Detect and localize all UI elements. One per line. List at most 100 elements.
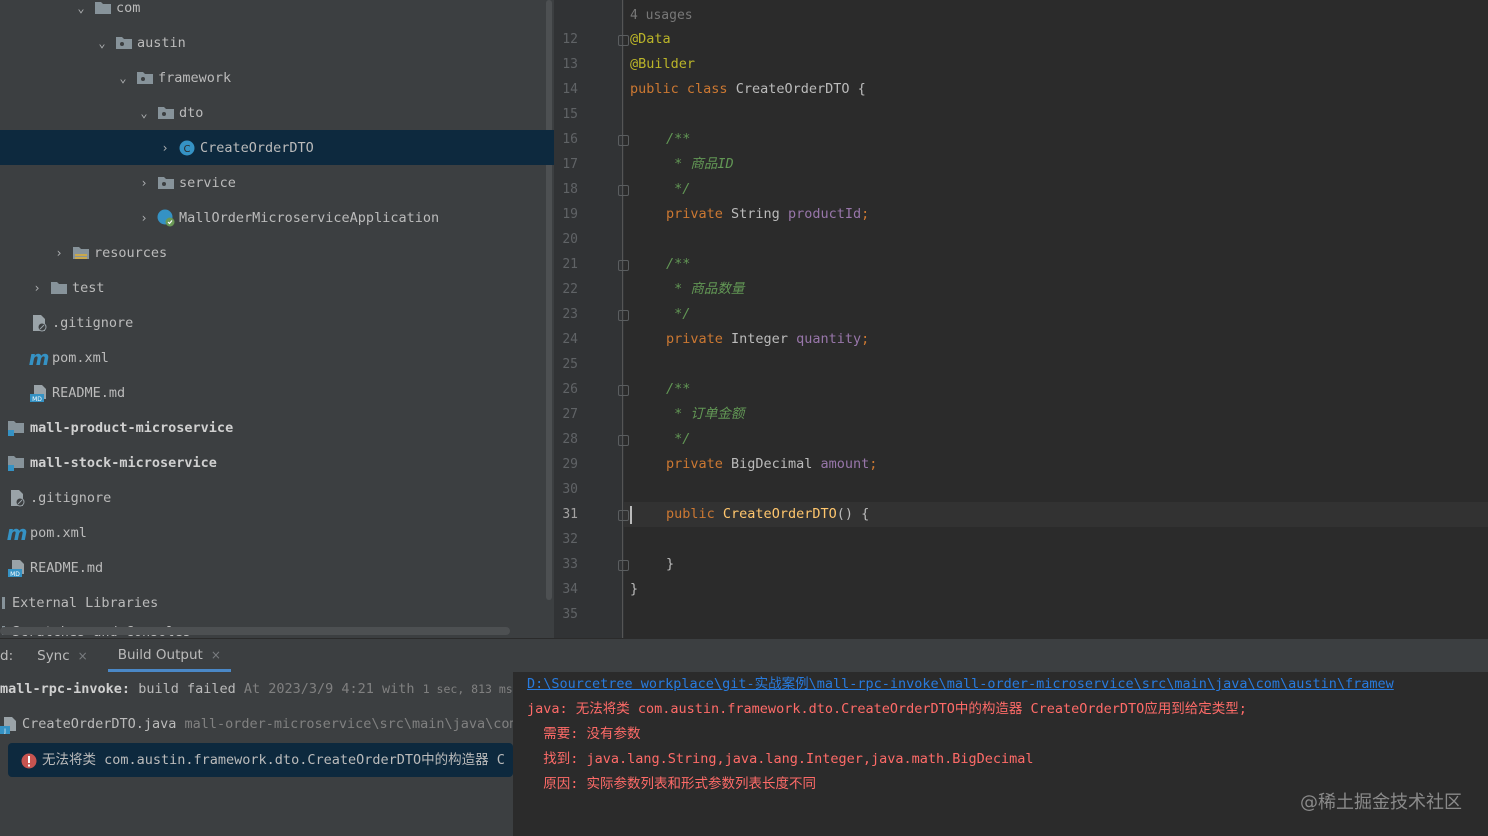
line-number[interactable]: 35 [554, 602, 578, 627]
build-root-row[interactable]: mall-rpc-invoke: build failed At 2023/3/… [0, 672, 513, 707]
tree-item-label: austin [137, 34, 186, 51]
fold-marker-icon[interactable] [618, 185, 629, 196]
line-number[interactable]: 14 [554, 77, 578, 102]
line-number[interactable]: 16 [554, 127, 578, 152]
line-number[interactable]: 32 [554, 527, 578, 552]
chevron-down-icon[interactable]: ⌄ [74, 1, 88, 15]
code-line-13: @Builder [630, 56, 696, 72]
usages-hint[interactable]: 4 usages [630, 3, 693, 28]
tree-horizontal-scrollbar[interactable] [0, 627, 510, 635]
console-error-line: java: 无法将类 com.austin.framework.dto.Crea… [527, 701, 1247, 717]
line-number[interactable]: 27 [554, 402, 578, 427]
build-time: At 2023/3/9 4:21 with [243, 681, 415, 697]
code-line-24: private Integer quantity; [666, 331, 870, 347]
line-number[interactable]: 12 [554, 27, 578, 52]
code-line-12: @Data [630, 31, 671, 47]
line-number[interactable]: 31 [554, 502, 578, 527]
code-line-28: */ [666, 431, 691, 447]
code-line-27: * 订单金额 [666, 406, 745, 422]
line-number[interactable]: 25 [554, 352, 578, 377]
code-line-34: } [630, 581, 639, 597]
fold-marker-icon[interactable] [618, 510, 629, 521]
tree-item-label: pom.xml [52, 349, 109, 366]
folder-icon [157, 105, 175, 121]
chevron-right-icon[interactable]: › [158, 141, 172, 155]
line-number[interactable]: 34 [554, 577, 578, 602]
module-folder-icon [8, 420, 26, 436]
folder-icon [136, 70, 154, 86]
code-line-22: * 商品数量 [666, 281, 745, 297]
tree-item-label: mall-product-microservice [30, 419, 234, 436]
close-icon[interactable]: × [78, 649, 88, 663]
fold-marker-icon[interactable] [618, 310, 629, 321]
line-number[interactable]: 13 [554, 52, 578, 77]
code-line-14: public class CreateOrderDTO { [630, 81, 866, 97]
line-number[interactable]: 23 [554, 302, 578, 327]
fold-marker-icon[interactable] [618, 560, 629, 571]
code-line-16: /** [666, 131, 691, 147]
code-line-19: private String productId; [666, 206, 870, 222]
line-number[interactable]: 21 [554, 252, 578, 277]
chevron-right-icon[interactable]: › [137, 176, 151, 190]
tree-item-label: framework [158, 69, 232, 86]
build-panel-prefix: d: [0, 648, 14, 664]
line-number[interactable]: 24 [554, 327, 578, 352]
line-number[interactable]: 26 [554, 377, 578, 402]
gitignore-file-icon [8, 489, 26, 506]
tree-item-label: MallOrderMicroserviceApplication [179, 209, 440, 226]
watermark: @稀土掘金技术社区 [1300, 792, 1462, 813]
build-error-label: 无法将类 com.austin.framework.dto.CreateOrde… [20, 743, 513, 778]
line-number[interactable]: 18 [554, 177, 578, 202]
build-file-row[interactable]: J CreateOrderDTO.java mall-order-microse… [0, 707, 513, 742]
fold-marker-icon[interactable] [618, 435, 629, 446]
line-number[interactable]: 20 [554, 227, 578, 252]
line-number[interactable]: 22 [554, 277, 578, 302]
build-status: build failed [138, 681, 236, 697]
line-number[interactable]: 30 [554, 477, 578, 502]
tab-sync[interactable]: Sync × [27, 640, 98, 672]
close-icon[interactable]: × [211, 648, 221, 662]
line-number[interactable]: 15 [554, 102, 578, 127]
line-number[interactable]: 29 [554, 452, 578, 477]
chevron-right-icon[interactable]: › [52, 246, 66, 260]
folder-icon [115, 35, 133, 51]
svg-text:J: J [3, 728, 6, 734]
resources-folder-icon [72, 245, 90, 261]
console-found-line: 找到: java.lang.String,java.lang.Integer,j… [527, 751, 1034, 767]
text-caret [630, 506, 632, 524]
code-line-17: * 商品ID [666, 156, 734, 172]
maven-file-icon: m [6, 520, 28, 545]
tree-item-label: resources [94, 244, 168, 261]
fold-marker-icon[interactable] [618, 385, 629, 396]
chevron-right-icon[interactable]: › [137, 211, 151, 225]
line-number[interactable]: 28 [554, 427, 578, 452]
markdown-file-icon: MD [30, 384, 48, 402]
tree-item-label: com [116, 0, 141, 16]
tree-item-label: README.md [30, 559, 104, 576]
line-number[interactable]: 17 [554, 152, 578, 177]
svg-text:C: C [184, 144, 191, 155]
fold-marker-icon[interactable] [618, 35, 629, 46]
build-duration: 1 sec, 813 ms [422, 682, 513, 696]
folder-icon [50, 280, 68, 296]
fold-marker-icon[interactable] [618, 135, 629, 146]
line-number[interactable]: 33 [554, 552, 578, 577]
tab-build-output[interactable]: Build Output × [107, 640, 231, 672]
code-line-31: public CreateOrderDTO() { [666, 506, 870, 522]
fold-marker-icon[interactable] [618, 260, 629, 271]
line-number[interactable]: 19 [554, 202, 578, 227]
chevron-down-icon[interactable]: ⌄ [116, 71, 130, 85]
chevron-down-icon[interactable]: ⌄ [95, 36, 109, 50]
tree-item-label: CreateOrderDTO [200, 139, 314, 156]
chevron-down-icon[interactable]: ⌄ [137, 106, 151, 120]
svg-text:MD: MD [32, 396, 42, 402]
svg-text:MD: MD [10, 571, 20, 577]
source-path-link[interactable]: D:\Sourcetree workplace\git-实战案例\mall-rp… [527, 672, 1487, 697]
tree-item-label: pom.xml [30, 524, 87, 541]
tree-item-label: .gitignore [30, 489, 112, 506]
console-required-line: 需要: 没有参数 [527, 726, 641, 742]
chevron-right-icon[interactable]: › [30, 281, 44, 295]
tree-item-label: .gitignore [52, 314, 134, 331]
tree-item-label: External Libraries [12, 594, 159, 611]
module-folder-icon [8, 455, 26, 471]
